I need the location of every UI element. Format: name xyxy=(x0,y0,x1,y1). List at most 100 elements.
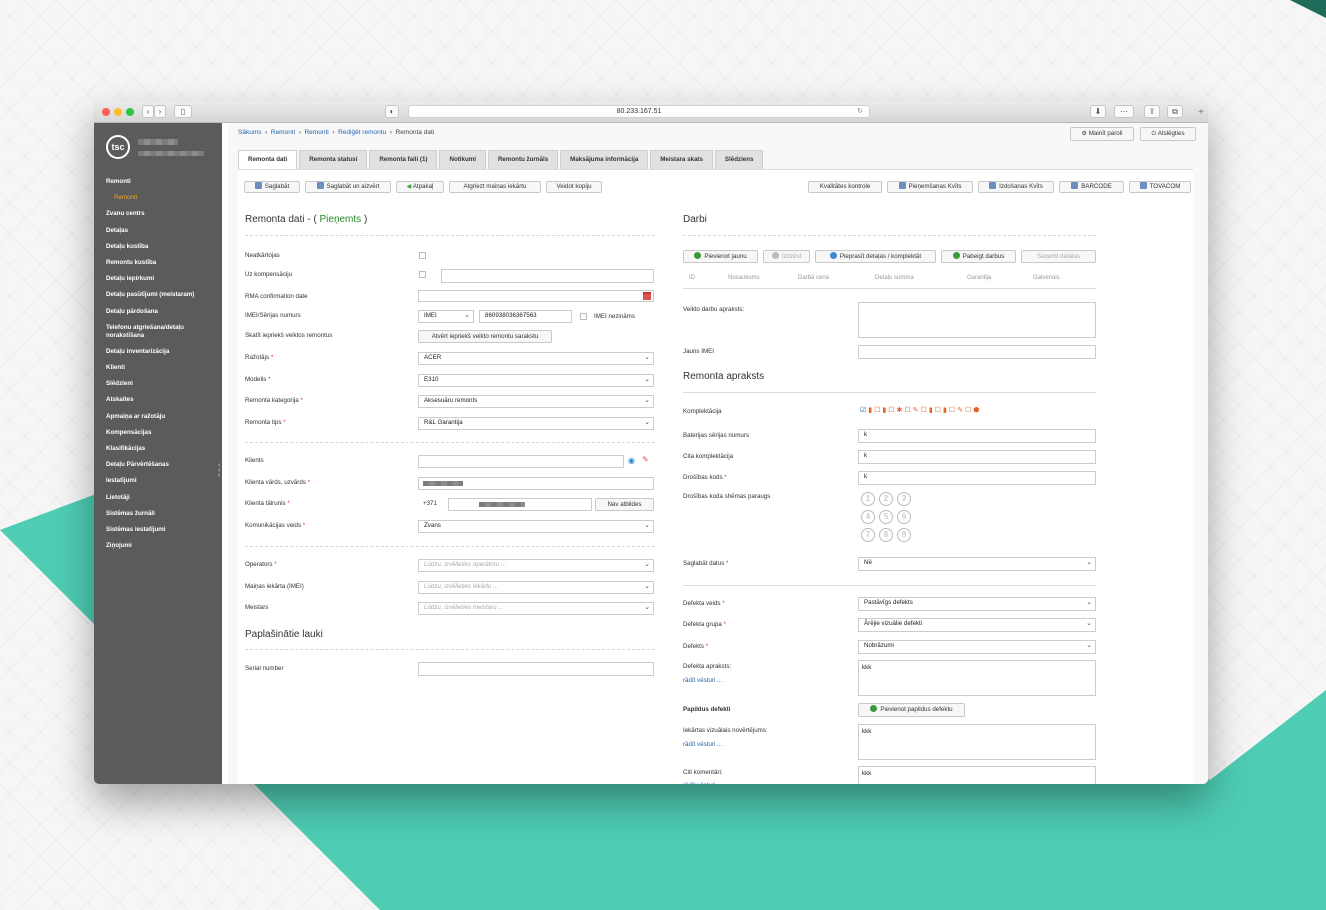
sidebar-item[interactable]: Sistēmas žurnāli xyxy=(106,510,218,518)
repair-type-select[interactable]: R&L Garantija ⌄ xyxy=(418,417,654,430)
tab-7[interactable]: Slēdziens xyxy=(714,150,764,169)
grid-icon[interactable]: ⋯ xyxy=(1114,105,1134,118)
save-button[interactable]: Saglabāt xyxy=(244,181,300,193)
tab-4[interactable]: Remontu žurnāls xyxy=(487,150,559,169)
client-name-input[interactable] xyxy=(418,477,654,490)
view-icon[interactable]: ◉ xyxy=(628,456,635,465)
compensation-checkbox[interactable] xyxy=(419,271,426,278)
sidebar-item[interactable]: Detaļu pārdošana xyxy=(106,308,218,316)
rma-date-input[interactable] xyxy=(418,290,654,302)
sidebar-item[interactable]: Atskaites xyxy=(106,396,218,404)
tovacom-button[interactable]: TOVACOM xyxy=(1129,181,1191,193)
change-password-button[interactable]: ⚙ Mainīt paroli xyxy=(1070,127,1134,141)
tab-5[interactable]: Maksājuma informācija xyxy=(560,150,649,169)
pattern-dot[interactable]: 9 xyxy=(897,528,911,542)
sidebar-item[interactable]: Klienti xyxy=(106,364,218,372)
exchange-device-select[interactable]: Lūdzu, izvēlieties iekārtu ... ⌄ xyxy=(418,581,654,594)
kit-icons[interactable]: ☑▮☐▮☐✱☐✎☐▮☐▮☐✎☐⬢ xyxy=(860,406,981,414)
sidebar-item[interactable]: Kompensācijas xyxy=(106,429,218,437)
sidebar-item[interactable]: Detaļu inventarizācija xyxy=(106,348,218,356)
reload-icon[interactable]: ↻ xyxy=(857,106,863,118)
not-recurring-checkbox[interactable] xyxy=(419,252,426,259)
sidebar-item[interactable]: Detaļu pasūtījumi (meistaram) xyxy=(106,291,218,299)
defect-description-textarea[interactable]: kkk xyxy=(858,660,1096,696)
serial-input[interactable] xyxy=(418,662,654,676)
new-tab-icon[interactable]: + xyxy=(1198,107,1204,118)
sidebar-item[interactable]: Apmaiņa ar ražotāju xyxy=(106,413,218,421)
tab-6[interactable]: Meistara skats xyxy=(650,150,713,169)
visual-assessment-textarea[interactable]: kkk xyxy=(858,724,1096,760)
model-select[interactable]: E310 ⌄ xyxy=(418,374,654,387)
pattern-dot[interactable]: 5 xyxy=(879,510,893,524)
imei-type-select[interactable]: IMEI ⌄ xyxy=(418,310,474,323)
client-input[interactable] xyxy=(418,455,624,468)
sidebar-item[interactable]: Telefonu atgriešana/detaļu norakstīšana xyxy=(106,324,218,340)
sidebar-item[interactable]: Iestatījumi xyxy=(106,477,218,485)
calendar-icon[interactable] xyxy=(643,292,651,300)
receipt-button[interactable]: Pieņemšanas Kvīts xyxy=(887,181,973,193)
crumb-repairs-2[interactable]: Remonti xyxy=(304,129,328,136)
pattern-dot[interactable]: 1 xyxy=(861,492,875,506)
pattern-dot[interactable]: 2 xyxy=(879,492,893,506)
sidebar-item[interactable]: Detaļu kustība xyxy=(106,243,218,251)
maximize-window-icon[interactable] xyxy=(126,108,134,116)
sidebar-item[interactable]: Remontu kustība xyxy=(106,259,218,267)
tab-2[interactable]: Remonta faili (1) xyxy=(369,150,438,169)
show-history-link[interactable]: rādīt vēsturi ... xyxy=(683,677,722,684)
save-close-button[interactable]: Saglabāt un aizvērt xyxy=(305,181,391,193)
crumb-edit[interactable]: Rediģēt remontu xyxy=(338,129,386,136)
finish-works-button[interactable]: Pabeigt darbus xyxy=(941,250,1016,263)
sidebar-toggle-icon[interactable]: ▯ xyxy=(174,105,192,118)
url-bar[interactable]: 80.233.167.51 ↻ xyxy=(408,105,870,118)
open-previous-repairs-button[interactable]: Atvērt iepriekš veikto remontu sarakstu xyxy=(418,330,552,343)
sidebar-item[interactable]: Detaļas xyxy=(106,227,218,235)
show-history-link[interactable]: rādīt vēsturi ... xyxy=(683,782,722,784)
pattern-dot[interactable]: 8 xyxy=(879,528,893,542)
imei-input[interactable]: 860938036367563 xyxy=(479,310,572,323)
pattern-dot[interactable]: 3 xyxy=(897,492,911,506)
add-new-button[interactable]: Pievienot jaunu xyxy=(683,250,758,263)
battery-serial-input[interactable]: k xyxy=(858,429,1096,443)
pattern-dot[interactable]: 4 xyxy=(861,510,875,524)
share-icon[interactable]: ⇪ xyxy=(1144,105,1160,118)
master-select[interactable]: Lūdzu, izvēlieties meistaru ... ⌄ xyxy=(418,602,654,615)
comments-textarea[interactable]: kkk xyxy=(858,766,1096,784)
sidebar-item[interactable]: Detaļu Pārvērtēšanas xyxy=(106,461,218,469)
tabs-icon[interactable]: ⧉ xyxy=(1167,105,1183,118)
delete-button[interactable]: Izdzēst xyxy=(763,250,810,263)
sidebar-item[interactable]: Slēdzieni xyxy=(106,380,218,388)
operator-select[interactable]: Lūdzu, izvēlieties operātoru ... ⌄ xyxy=(418,559,654,572)
tab-3[interactable]: Notikumi xyxy=(439,150,486,169)
close-window-icon[interactable] xyxy=(102,108,110,116)
pattern-dot[interactable]: 6 xyxy=(897,510,911,524)
eraser-icon[interactable]: ✎ xyxy=(642,455,649,464)
sidebar-item[interactable]: Sistēmas iestatījumi xyxy=(106,526,218,534)
privacy-icon[interactable]: ◐ xyxy=(385,105,399,118)
sidebar-item[interactable]: Remonti xyxy=(106,178,218,186)
forward-icon[interactable]: › xyxy=(154,105,166,118)
communication-select[interactable]: Zvans ⌄ xyxy=(418,520,654,533)
compensation-input[interactable] xyxy=(441,269,654,283)
order-parts-button[interactable]: Pieprasīt detaļas / komplektāt xyxy=(815,250,936,263)
download-icon[interactable]: ⬇ xyxy=(1090,105,1106,118)
sidebar-item[interactable]: Remonti xyxy=(106,194,218,202)
sidebar-item[interactable]: Lietotāji xyxy=(106,494,218,502)
copy-button[interactable]: Veidot kopiju xyxy=(546,181,602,193)
quality-control-button[interactable]: Kvalitātes kontrole xyxy=(808,181,882,193)
crumb-home[interactable]: Sākums xyxy=(238,129,261,136)
back-button[interactable]: ◀ Atpakaļ xyxy=(396,181,444,193)
defect-type-select[interactable]: Pastāvīgs defekts ⌄ xyxy=(858,597,1096,611)
sidebar-item[interactable]: Klasifikācijas xyxy=(106,445,218,453)
client-phone-input[interactable] xyxy=(448,498,592,511)
new-imei-input[interactable] xyxy=(858,345,1096,359)
issue-receipt-button[interactable]: Izdošanas Kvīts xyxy=(978,181,1054,193)
defect-select[interactable]: Nobrāzumi ⌄ xyxy=(858,640,1096,654)
crumb-repairs[interactable]: Remonti xyxy=(271,129,295,136)
imei-unknown-checkbox[interactable] xyxy=(580,313,587,320)
manufacturer-select[interactable]: ACER ⌄ xyxy=(418,352,654,365)
return-device-button[interactable]: Atgriezt maiņas iekārtu xyxy=(449,181,541,193)
barcode-button[interactable]: BARCODE xyxy=(1059,181,1124,193)
tab-1[interactable]: Remonta statusi xyxy=(299,150,368,169)
sidebar-item[interactable]: Detaļu iepirkumi xyxy=(106,275,218,283)
get-parts-button[interactable]: Saņemt detaļas xyxy=(1021,250,1096,263)
